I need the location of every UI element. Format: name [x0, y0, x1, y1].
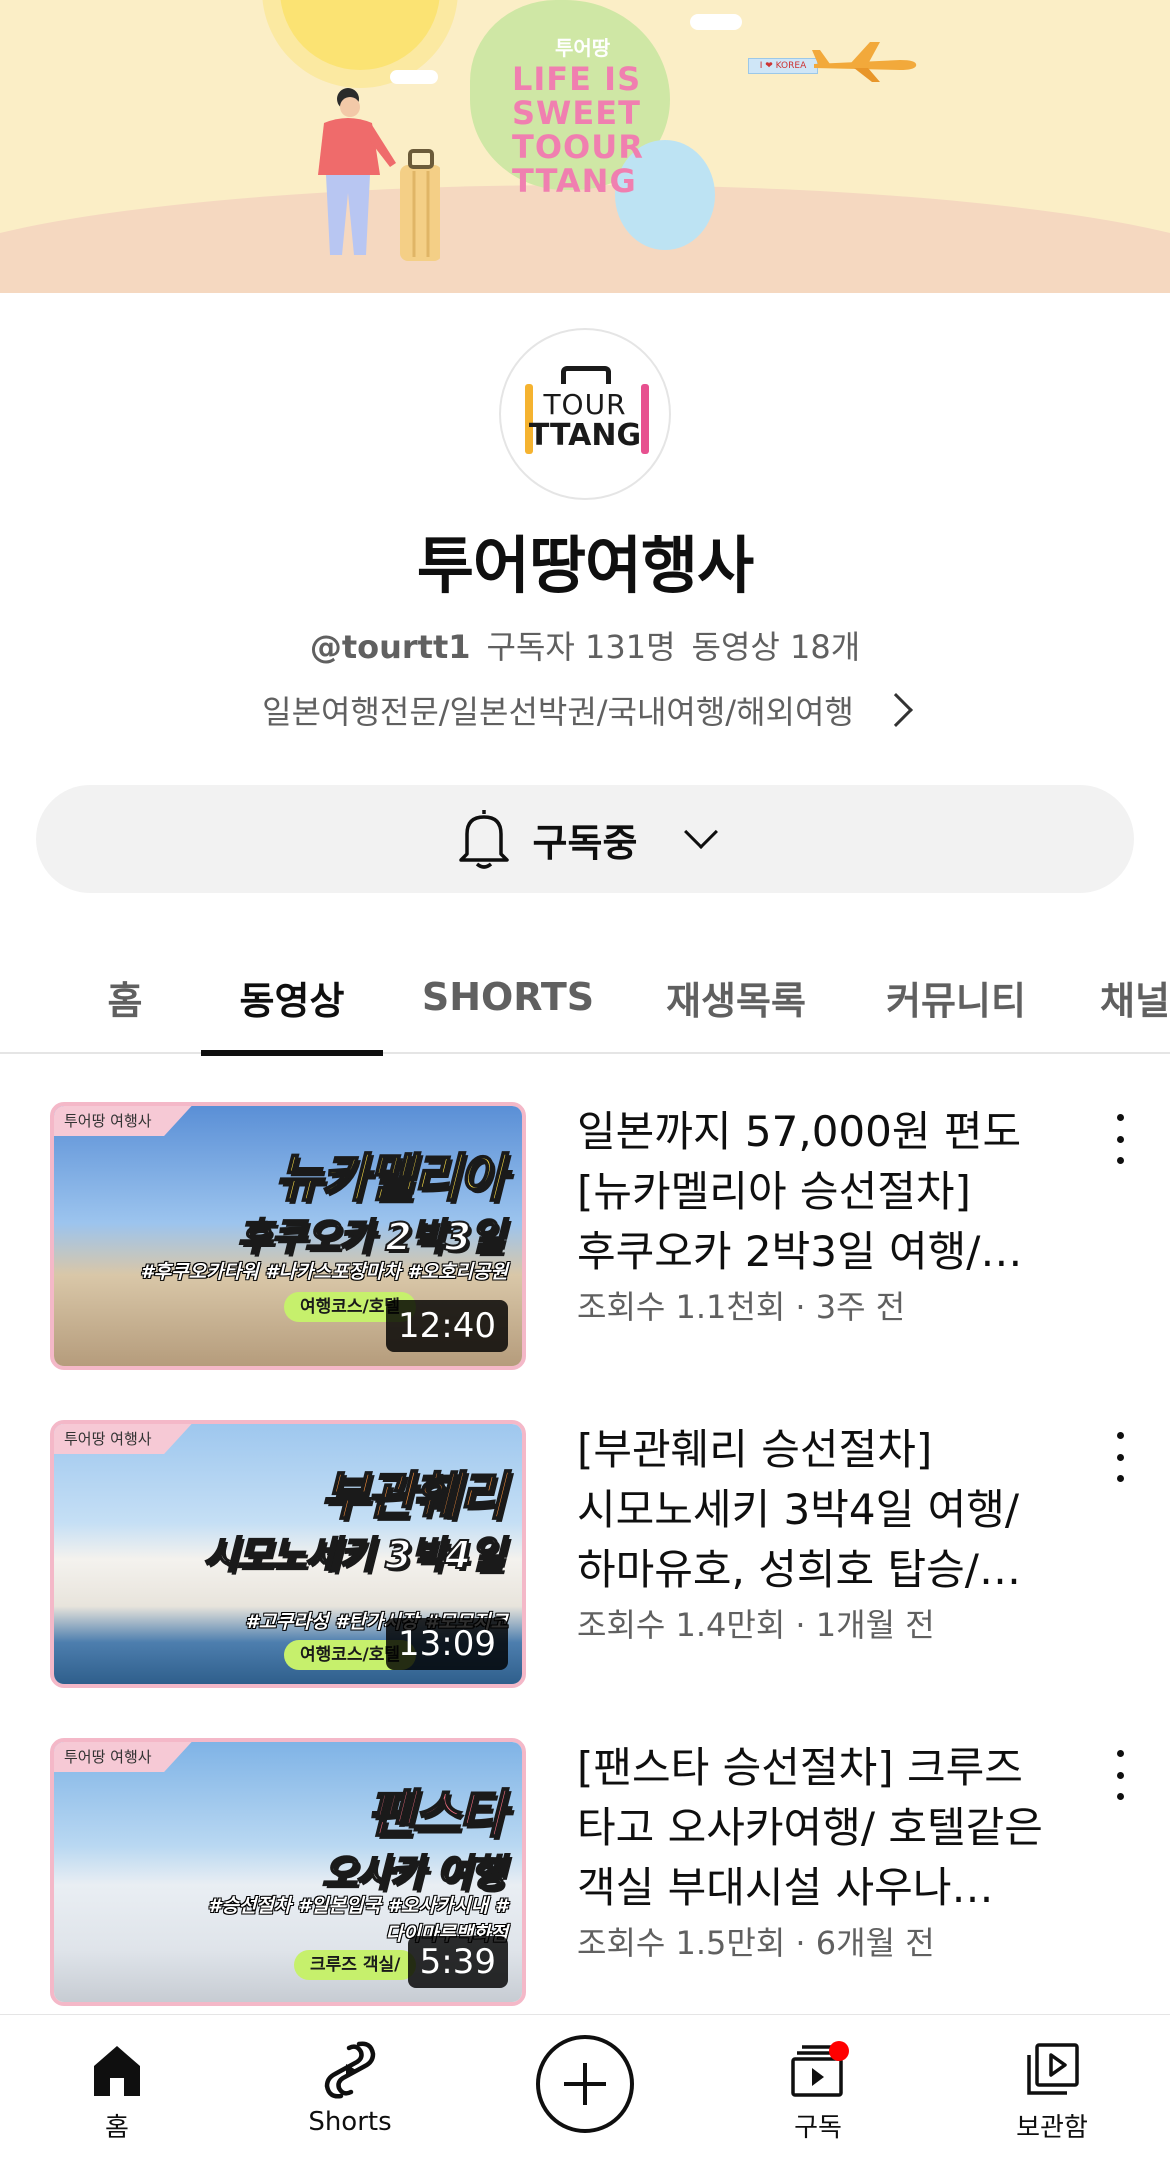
bottom-navigation: 홈 Shorts 구독 보관함 [0, 2014, 1170, 2184]
logo-text-top: TOUR [543, 388, 627, 421]
home-icon [94, 2046, 140, 2096]
video-duration: 13:09 [386, 1618, 508, 1670]
video-title[interactable]: 일본까지 57,000원 편도 [뉴카멜리아 승선절차] 후쿠오카 2박3일 여… [577, 1102, 1077, 1282]
thumbnail-title: 부관훼리 [320, 1466, 507, 1528]
plane-banner-sign: I ❤ KOREA [748, 58, 818, 74]
video-item[interactable]: 투어땅 여행사 팬스타 오사카 여행 #승선절차 #일본입국 #오사카시내 #다… [0, 1738, 1170, 2010]
shorts-icon [324, 2041, 376, 2099]
channel-description: 일본여행전문/일본선박권/국내여행/해외여행 [262, 693, 854, 731]
channel-banner: 투어땅 LIFE IS SWEET TOOUR TTANG I ❤ KOREA [0, 0, 1170, 293]
video-title[interactable]: [부관훼리 승선절차] 시모노세키 3박4일 여행/ 하마유호, 성희호 탑승/… [577, 1420, 1077, 1600]
thumbnail-subtitle: 후쿠오카 2박3일 [236, 1214, 506, 1260]
video-item[interactable]: 투어땅 여행사 부관훼리 시모노세키 3박4일 #고쿠라성 #탄가시장 #모모지… [0, 1420, 1170, 1692]
video-thumbnail[interactable]: 투어땅 여행사 부관훼리 시모노세키 3박4일 #고쿠라성 #탄가시장 #모모지… [50, 1420, 526, 1688]
nav-subscriptions-label: 구독 [794, 2113, 842, 2143]
more-options-icon[interactable] [1110, 1432, 1130, 1482]
video-meta: 조회수 1.1천회 · 3주 전 [577, 1288, 906, 1326]
subscribed-button[interactable]: 구독중 [36, 785, 1134, 893]
video-meta: 조회수 1.5만회 · 6개월 전 [577, 1924, 935, 1962]
channel-handle: @tourtt1 [309, 628, 471, 666]
tab-channels[interactable]: 채널 [1100, 940, 1170, 1054]
channel-name: 투어땅여행사 [416, 529, 754, 602]
thumbnail-hashtags: #후쿠오카타워 #나카스포장마차 #오호리공원 [140, 1261, 508, 1283]
thumbnail-subtitle: 시모노세키 3박4일 [202, 1532, 506, 1578]
logo-text-bottom: TTANG [528, 418, 642, 453]
video-info[interactable]: [부관훼리 승선절차] 시모노세키 3박4일 여행/ 하마유호, 성희호 탑승/… [577, 1420, 1077, 1646]
nav-home[interactable]: 홈 [37, 2035, 197, 2144]
nav-library[interactable]: 보관함 [972, 2035, 1132, 2144]
banner-brand: 투어땅 [555, 36, 611, 60]
tab-shorts[interactable]: SHORTS [410, 940, 606, 1054]
create-button[interactable] [536, 2035, 634, 2133]
video-duration: 5:39 [407, 1936, 508, 1988]
nav-shorts[interactable]: Shorts [270, 2035, 430, 2137]
thumbnail-title: 뉴카멜리아 [274, 1148, 507, 1210]
chevron-down-icon [684, 815, 719, 849]
video-duration: 12:40 [386, 1300, 508, 1352]
video-title[interactable]: [팬스타 승선절차] 크루즈 타고 오사카여행/ 호텔같은 객실 부대시설 사우… [577, 1738, 1077, 1918]
bell-icon [458, 810, 509, 869]
nav-library-label: 보관함 [1016, 2113, 1088, 2143]
nav-home-label: 홈 [105, 2113, 129, 2143]
video-info[interactable]: [팬스타 승선절차] 크루즈 타고 오사카여행/ 호텔같은 객실 부대시설 사우… [577, 1738, 1077, 1964]
tab-videos[interactable]: 동영상 [201, 940, 383, 1056]
traveler-illustration [318, 88, 440, 261]
thumbnail-subtitle: 오사카 여행 [321, 1850, 506, 1896]
video-count: 동영상 18개 [691, 628, 861, 666]
tab-playlists[interactable]: 재생목록 [650, 940, 822, 1054]
chevron-right-icon [878, 693, 913, 727]
nav-shorts-label: Shorts [308, 2107, 392, 2137]
video-thumbnail[interactable]: 투어땅 여행사 뉴카멜리아 후쿠오카 2박3일 #후쿠오카타워 #나카스포장마차… [50, 1102, 526, 1370]
channel-meta: @tourtt1 구독자 131명 동영상 18개 [0, 622, 1170, 668]
more-options-icon[interactable] [1110, 1750, 1130, 1800]
nav-subscriptions[interactable]: 구독 [738, 2035, 898, 2144]
subscribed-label: 구독중 [532, 820, 638, 865]
video-thumbnail[interactable]: 투어땅 여행사 팬스타 오사카 여행 #승선절차 #일본입국 #오사카시내 #다… [50, 1738, 526, 2006]
suitcase-handle [561, 366, 611, 384]
channel-avatar[interactable]: TOUR TTANG [499, 328, 671, 500]
plus-icon [564, 2063, 606, 2105]
subscriptions-icon [791, 2041, 849, 2097]
cloud-illustration [690, 14, 742, 30]
channel-tabs: 홈 동영상 SHORTS 재생목록 커뮤니티 채널 [0, 940, 1170, 1056]
thumbnail-pill: 크루즈 객실/ [294, 1950, 417, 1980]
video-meta: 조회수 1.4만회 · 1개월 전 [577, 1606, 935, 1644]
channel-description-link[interactable]: 일본여행전문/일본선박권/국내여행/해외여행 [160, 685, 1010, 735]
tab-community[interactable]: 커뮤니티 [870, 940, 1042, 1054]
video-item[interactable]: 투어땅 여행사 뉴카멜리아 후쿠오카 2박3일 #후쿠오카타워 #나카스포장마차… [0, 1102, 1170, 1374]
sun-illustration [280, 0, 440, 70]
banner-ground [0, 185, 1170, 293]
more-options-icon[interactable] [1110, 1114, 1130, 1164]
library-icon [1027, 2043, 1079, 2095]
cloud-illustration [390, 70, 438, 84]
notification-dot [829, 2041, 849, 2061]
banner-tagline: LIFE IS SWEET TOOUR TTANG [512, 60, 644, 200]
video-info[interactable]: 일본까지 57,000원 편도 [뉴카멜리아 승선절차] 후쿠오카 2박3일 여… [577, 1102, 1077, 1328]
tab-home[interactable]: 홈 [70, 940, 180, 1054]
subscriber-count: 구독자 131명 [486, 628, 676, 666]
thumbnail-title: 팬스타 [365, 1784, 507, 1846]
airplane-icon [812, 42, 917, 82]
